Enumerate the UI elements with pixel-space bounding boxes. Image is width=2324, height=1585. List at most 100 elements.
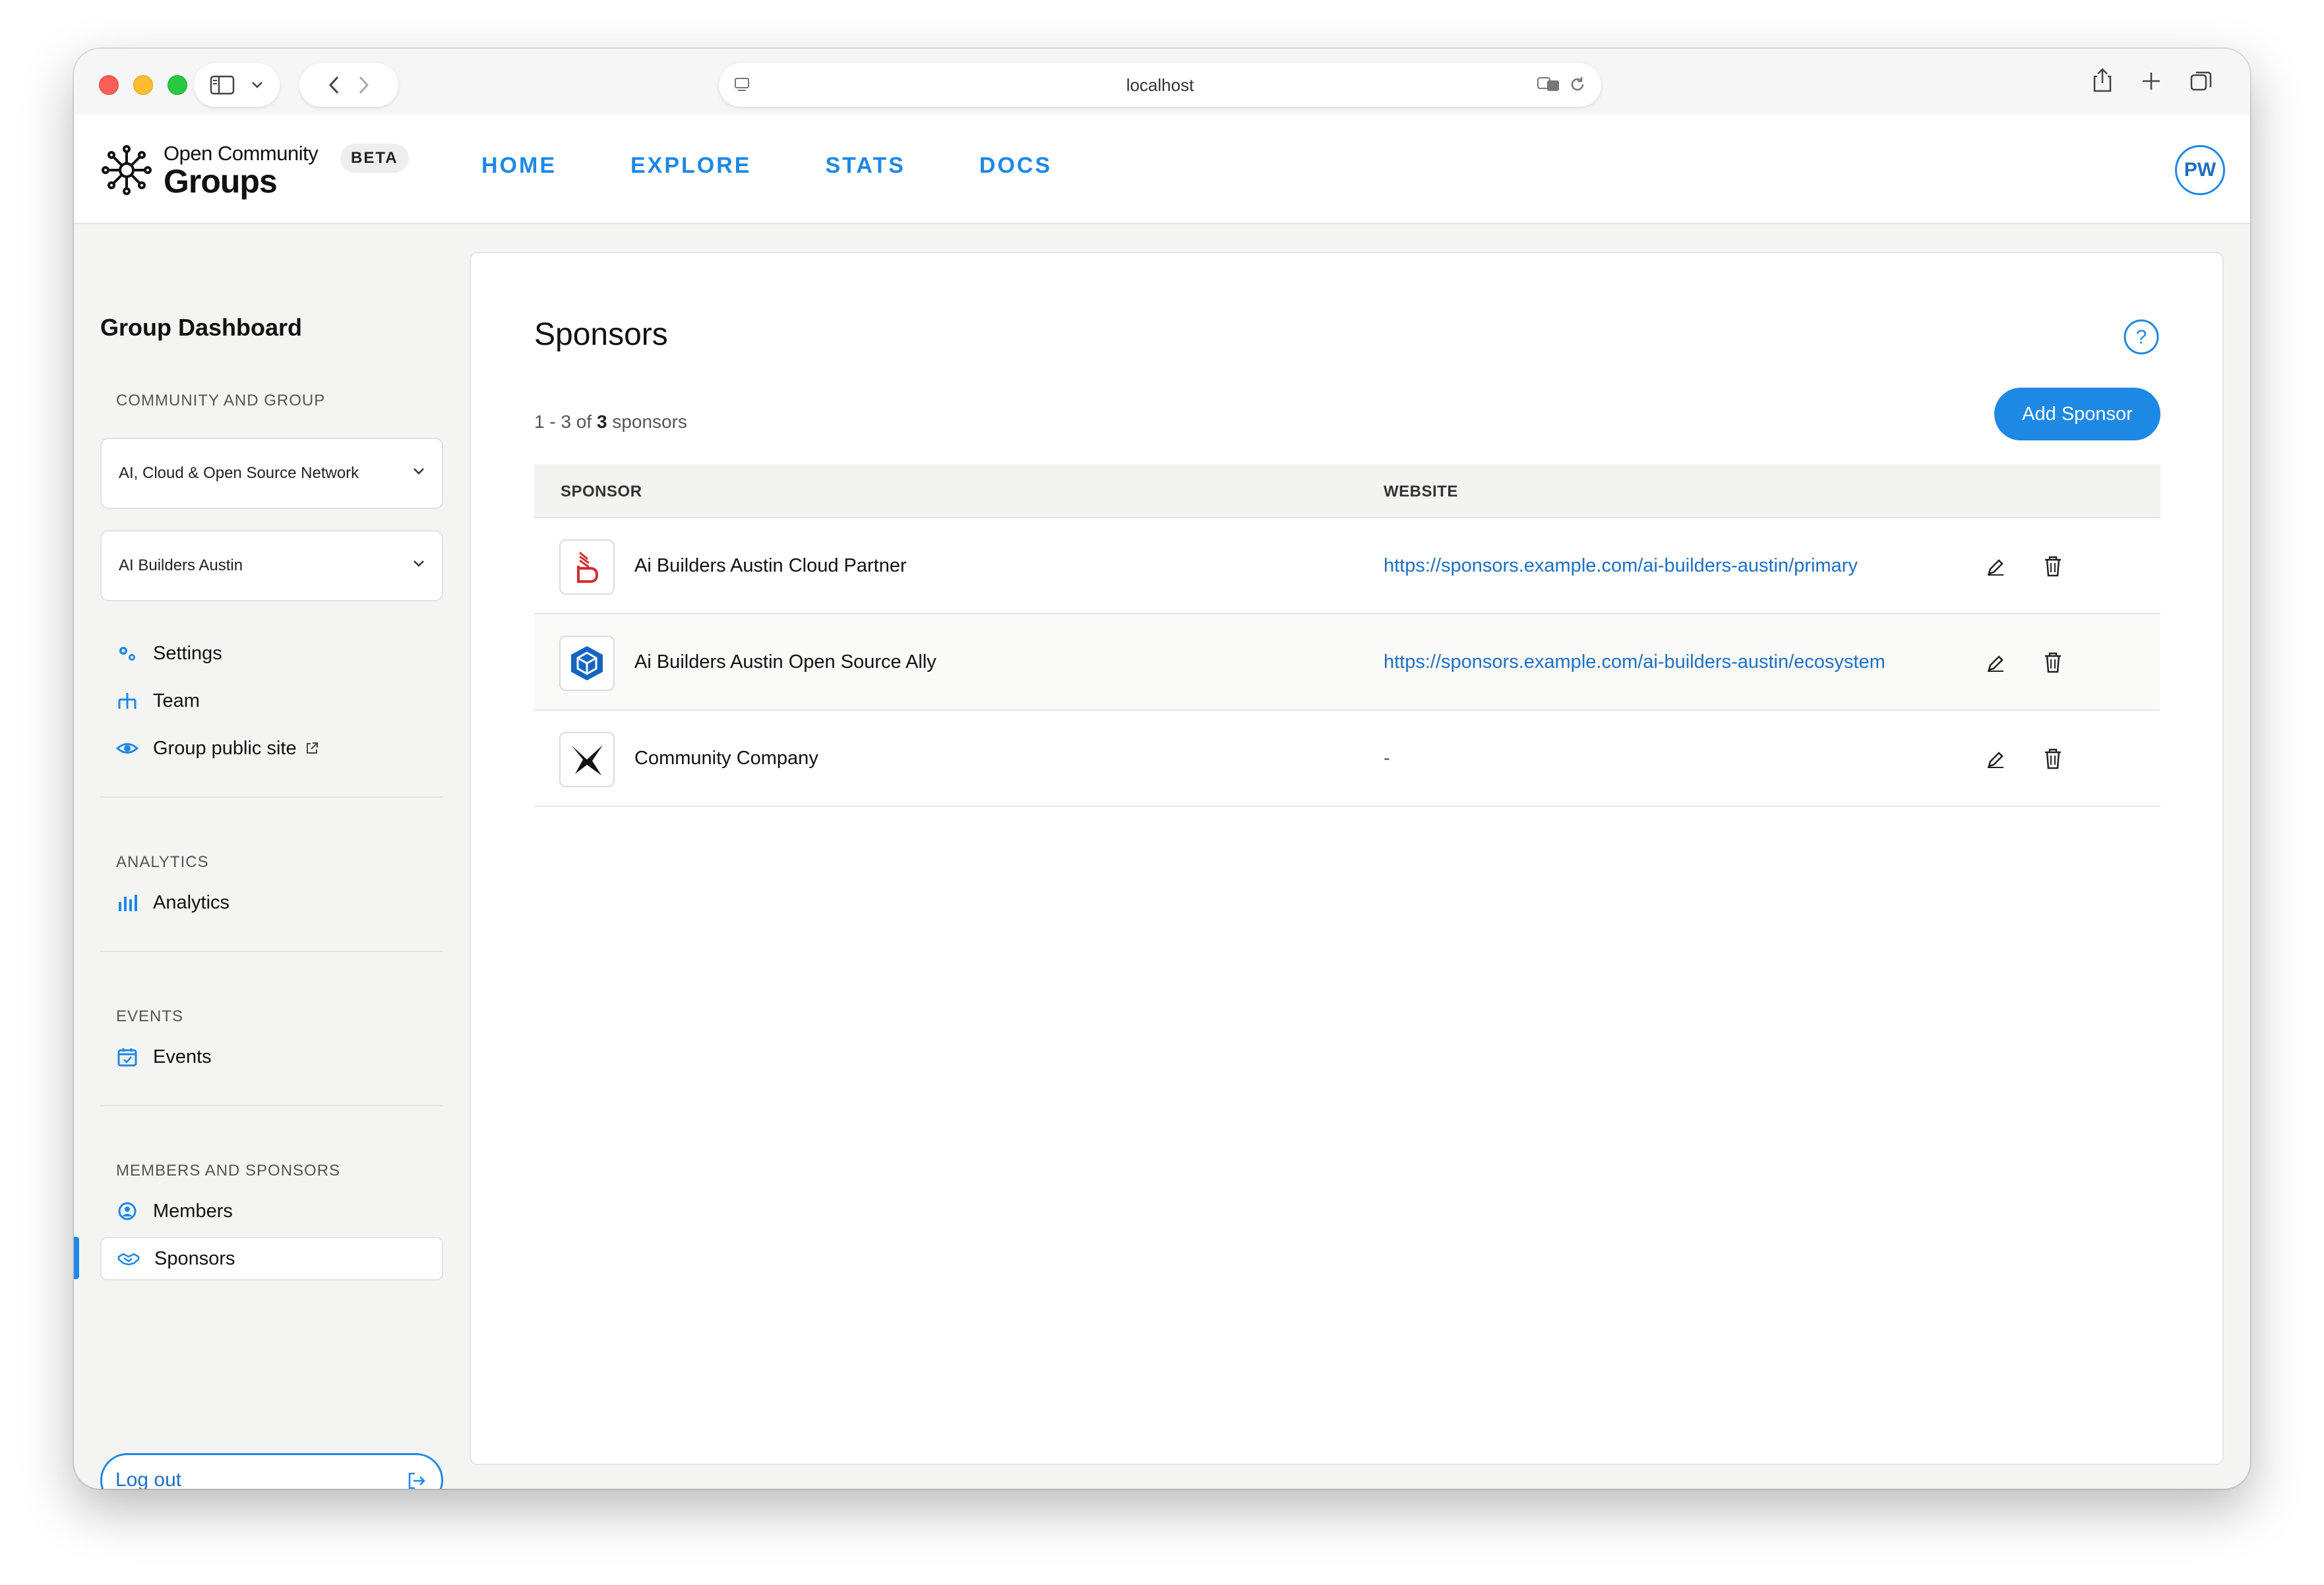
browser-window: localhost Open Community Groups BETA HOM… [74,49,2250,1489]
trash-icon[interactable] [2043,651,2063,674]
edit-icon[interactable] [1985,653,2006,674]
section-members-and-sponsors: MEMBERS AND SPONSORS [116,1162,341,1180]
count-suffix: sponsors [612,411,687,432]
window-controls [99,75,187,95]
user-avatar[interactable]: PW [2175,145,2225,195]
forward-icon[interactable] [357,75,370,95]
cloud-partner-logo-icon [577,551,599,583]
groups-logo-icon [102,145,152,195]
site-logo[interactable]: Open Community Groups [99,141,319,200]
sponsor-name: Ai Builders Austin Open Source Ally [634,651,936,673]
sidebar-item-settings[interactable]: Settings [100,632,443,675]
trash-icon[interactable] [2043,555,2063,578]
nav-explore[interactable]: EXPLORE [630,153,751,179]
sidebar-item-members[interactable]: Members [100,1189,443,1233]
sidebar-toggle-button[interactable] [194,63,280,107]
reload-icon[interactable] [1568,75,1587,94]
sidebar-item-label: Settings [153,642,222,664]
sponsor-logo [559,636,615,691]
community-select[interactable]: AI, Cloud & Open Source Network [100,438,443,509]
sidebar-item-analytics[interactable]: Analytics [100,881,443,924]
translate-icon[interactable] [1537,75,1562,94]
calendar-icon [117,1048,137,1067]
close-window-button[interactable] [99,75,119,95]
column-sponsor: SPONSOR [561,483,642,500]
members-icon [118,1202,137,1220]
sidebar-item-label: Group public site [153,737,297,759]
table-row: Ai Builders Austin Open Source Ally http… [534,614,2160,711]
section-events: EVENTS [116,1007,184,1025]
community-company-logo-icon [571,745,603,775]
url-text: localhost [1126,75,1194,95]
sidebar-item-public-site[interactable]: Group public site [100,727,443,770]
logout-button[interactable]: Log out [100,1453,443,1489]
section-analytics: ANALYTICS [116,853,209,871]
sidebar-divider [100,951,443,952]
eye-icon [116,743,138,754]
brand-line1: Open Community [164,141,319,165]
table-header: SPONSOR WEBSITE [534,464,2160,518]
history-navigation [299,63,398,107]
tab-overview-icon[interactable] [2189,67,2213,94]
logout-label: Log out [115,1469,182,1489]
sponsor-website-link[interactable]: https://sponsors.example.com/ai-builders… [1384,555,1858,577]
sidebar-item-team[interactable]: Team [100,679,443,723]
sponsor-website-empty: - [1384,748,1390,769]
gears-icon [119,647,135,661]
external-link-icon [306,742,318,754]
handshake-icon [117,1253,140,1266]
column-website: WEBSITE [1384,483,1458,500]
logout-icon [408,1472,425,1489]
community-select-value: AI, Cloud & Open Source Network [119,464,359,482]
sidebar-item-events[interactable]: Events [100,1035,443,1079]
active-indicator [74,1237,79,1279]
maximize-window-button[interactable] [168,75,187,95]
chevron-down-icon [413,560,424,567]
add-sponsor-button[interactable]: Add Sponsor [1994,388,2160,440]
bar-chart-icon [119,895,137,911]
chevron-down-icon [413,468,424,475]
page-menu-icon[interactable] [733,76,750,94]
table-row: Ai Builders Austin Cloud Partner https:/… [534,518,2160,614]
main-nav: HOME EXPLORE STATS DOCS [481,153,1052,179]
minimize-window-button[interactable] [133,75,153,95]
sidebar-divider [100,1105,443,1106]
group-select[interactable]: AI Builders Austin [100,530,443,601]
back-icon[interactable] [328,75,341,95]
nav-docs[interactable]: DOCS [979,153,1052,179]
sidebar-item-label: Events [153,1046,212,1067]
section-community-and-group: COMMUNITY AND GROUP [116,392,326,409]
edit-icon[interactable] [1985,556,2006,578]
table-row: Community Company - [534,711,2160,807]
team-icon [118,693,137,709]
edit-icon[interactable] [1985,749,2006,770]
browser-toolbar: localhost [74,49,2250,115]
new-tab-icon[interactable] [2141,67,2162,94]
count-total: 3 [596,411,607,432]
brand-line2: Groups [164,162,278,200]
sponsor-logo [559,539,615,595]
count-prefix: 1 - 3 of [534,411,592,432]
trash-icon[interactable] [2043,748,2063,770]
sidebar-icon [210,75,235,95]
page-title: Sponsors [534,317,668,352]
results-count: 1 - 3 of 3 sponsors [534,411,687,433]
sidebar-item-label: Team [153,690,200,711]
sidebar-item-label: Members [153,1200,233,1222]
sidebar-item-sponsors[interactable]: Sponsors [100,1237,443,1280]
sponsors-table: SPONSOR WEBSITE Ai Builders Austin Cloud… [534,464,2160,807]
sponsors-panel: Sponsors ? 1 - 3 of 3 sponsors Add Spons… [470,252,2224,1465]
sponsor-website-link[interactable]: https://sponsors.example.com/ai-builders… [1384,651,1885,673]
sidebar-item-label: Sponsors [154,1247,235,1269]
sidebar-divider [100,796,443,798]
help-icon[interactable]: ? [2122,318,2160,356]
open-source-ally-logo-icon [571,646,603,680]
sponsor-logo [559,732,615,787]
nav-stats[interactable]: STATS [825,153,905,179]
address-bar[interactable]: localhost [719,63,1601,107]
beta-badge: BETA [340,144,409,173]
nav-home[interactable]: HOME [481,153,557,179]
svg-text:?: ? [2136,326,2147,348]
app-header: Open Community Groups BETA HOME EXPLORE … [74,115,2250,224]
share-icon[interactable] [2092,67,2113,94]
